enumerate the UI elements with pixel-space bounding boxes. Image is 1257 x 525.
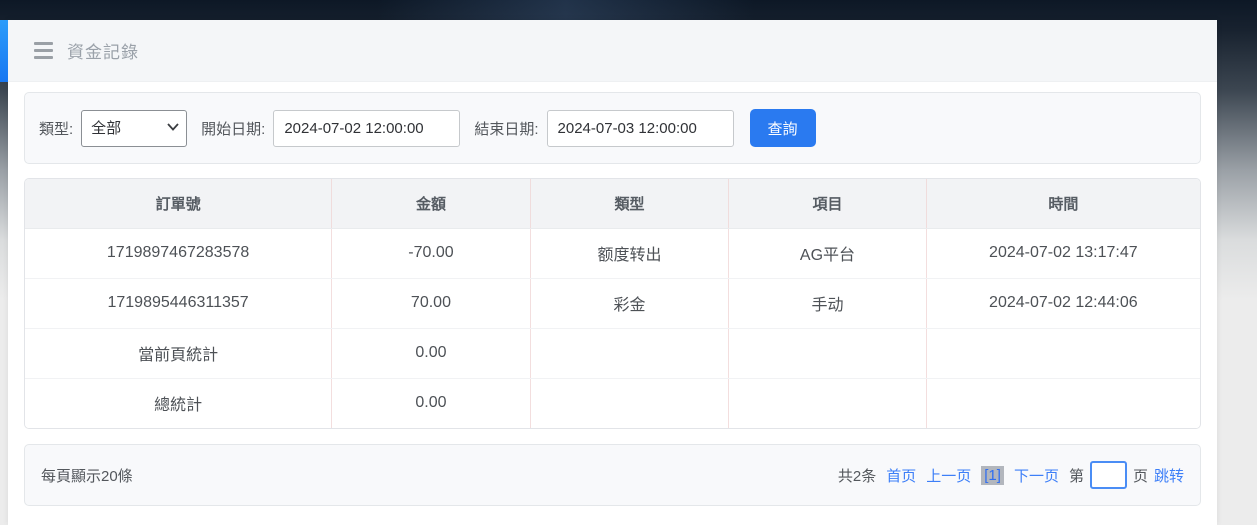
table-cell <box>926 328 1200 379</box>
pagination-bar: 每頁顯示20條 共2条 首页 上一页 [1] 下一页 第 页 跳转 <box>24 444 1201 506</box>
type-select[interactable]: 全部 <box>81 109 188 147</box>
top-dark-bar <box>0 0 1257 20</box>
end-date-label: 結束日期: <box>474 120 539 138</box>
table-cell: 0.00 <box>331 328 531 379</box>
start-date-label: 開始日期: <box>201 120 266 138</box>
records-table: 訂單號 金額 類型 項目 時間 1719897467283578 -70.00 额度转出 AG… <box>25 179 1200 428</box>
end-date-input[interactable] <box>546 109 734 147</box>
column-header: 類型 <box>530 179 730 229</box>
pagination-controls: 共2条 首页 上一页 [1] 下一页 第 页 跳转 <box>838 461 1184 489</box>
table-row: 當前頁統計 0.00 <box>25 328 1200 379</box>
column-header: 訂單號 <box>25 179 333 229</box>
menu-icon[interactable] <box>34 42 53 59</box>
table-cell: 手动 <box>728 278 927 329</box>
filter-panel: 類型: 全部 開始日期: 結束日期: 查詢 <box>24 92 1201 164</box>
table-cell: 彩金 <box>530 278 730 329</box>
jump-suffix-label: 页 <box>1132 467 1148 485</box>
prev-page-link[interactable]: 上一页 <box>926 465 971 486</box>
table-cell: AG平台 <box>728 228 927 279</box>
column-header: 金額 <box>331 179 531 229</box>
table-cell <box>530 378 730 428</box>
table-cell: 2024-07-02 12:44:06 <box>926 278 1200 329</box>
header-accent-strip <box>0 20 8 82</box>
first-page-link[interactable]: 首页 <box>886 465 916 486</box>
type-select-wrap: 全部 <box>81 109 188 147</box>
page-size-text: 每頁顯示20條 <box>41 467 133 485</box>
records-table-wrap: 訂單號 金額 類型 項目 時間 1719897467283578 -70.00 额度转出 AG… <box>24 178 1201 429</box>
table-body: 1719897467283578 -70.00 额度转出 AG平台 2024-07-02… <box>25 228 1200 428</box>
table-cell: 2024-07-02 13:17:47 <box>926 228 1200 279</box>
type-label: 類型: <box>39 120 74 138</box>
table-row: 1719897467283578 -70.00 额度转出 AG平台 2024-07-02… <box>25 228 1200 279</box>
table-cell: 70.00 <box>331 278 531 329</box>
page-header: 資金記錄 <box>8 20 1217 82</box>
table-cell: 總統計 <box>25 378 333 428</box>
table-cell <box>728 378 927 428</box>
table-row: 總統計 0.00 <box>25 378 1200 428</box>
table-cell <box>926 378 1200 428</box>
jump-prefix-label: 第 <box>1068 467 1084 485</box>
table-header-row: 訂單號 金額 類型 項目 時間 <box>25 179 1200 229</box>
start-date-input[interactable] <box>273 109 461 147</box>
current-page-indicator: [1] <box>981 465 1004 485</box>
table-row: 1719895446311357 70.00 彩金 手动 2024-07-02 12:4… <box>25 278 1200 329</box>
column-header: 時間 <box>926 179 1200 229</box>
table-cell: 0.00 <box>331 378 531 428</box>
table-cell <box>728 328 927 379</box>
column-header: 項目 <box>728 179 927 229</box>
table-cell: 额度转出 <box>530 228 730 279</box>
jump-group: 第 页 跳转 <box>1069 461 1184 489</box>
jump-button[interactable]: 跳转 <box>1154 465 1184 486</box>
page-title: 資金記錄 <box>67 43 139 62</box>
content-card: 資金記錄 類型: 全部 開始日期: 結束日期: 查詢 訂單號金額類型項目時間 1… <box>8 20 1217 525</box>
table-cell: 1719897467283578 <box>25 228 333 279</box>
search-button[interactable]: 查詢 <box>749 109 816 147</box>
table-cell: 當前頁統計 <box>25 328 333 379</box>
table-cell: -70.00 <box>331 228 531 279</box>
jump-page-input[interactable] <box>1089 461 1127 489</box>
table-cell <box>530 328 730 379</box>
table-cell: 1719895446311357 <box>25 278 333 329</box>
total-count-text: 共2条 <box>837 467 877 485</box>
next-page-link[interactable]: 下一页 <box>1014 465 1059 486</box>
